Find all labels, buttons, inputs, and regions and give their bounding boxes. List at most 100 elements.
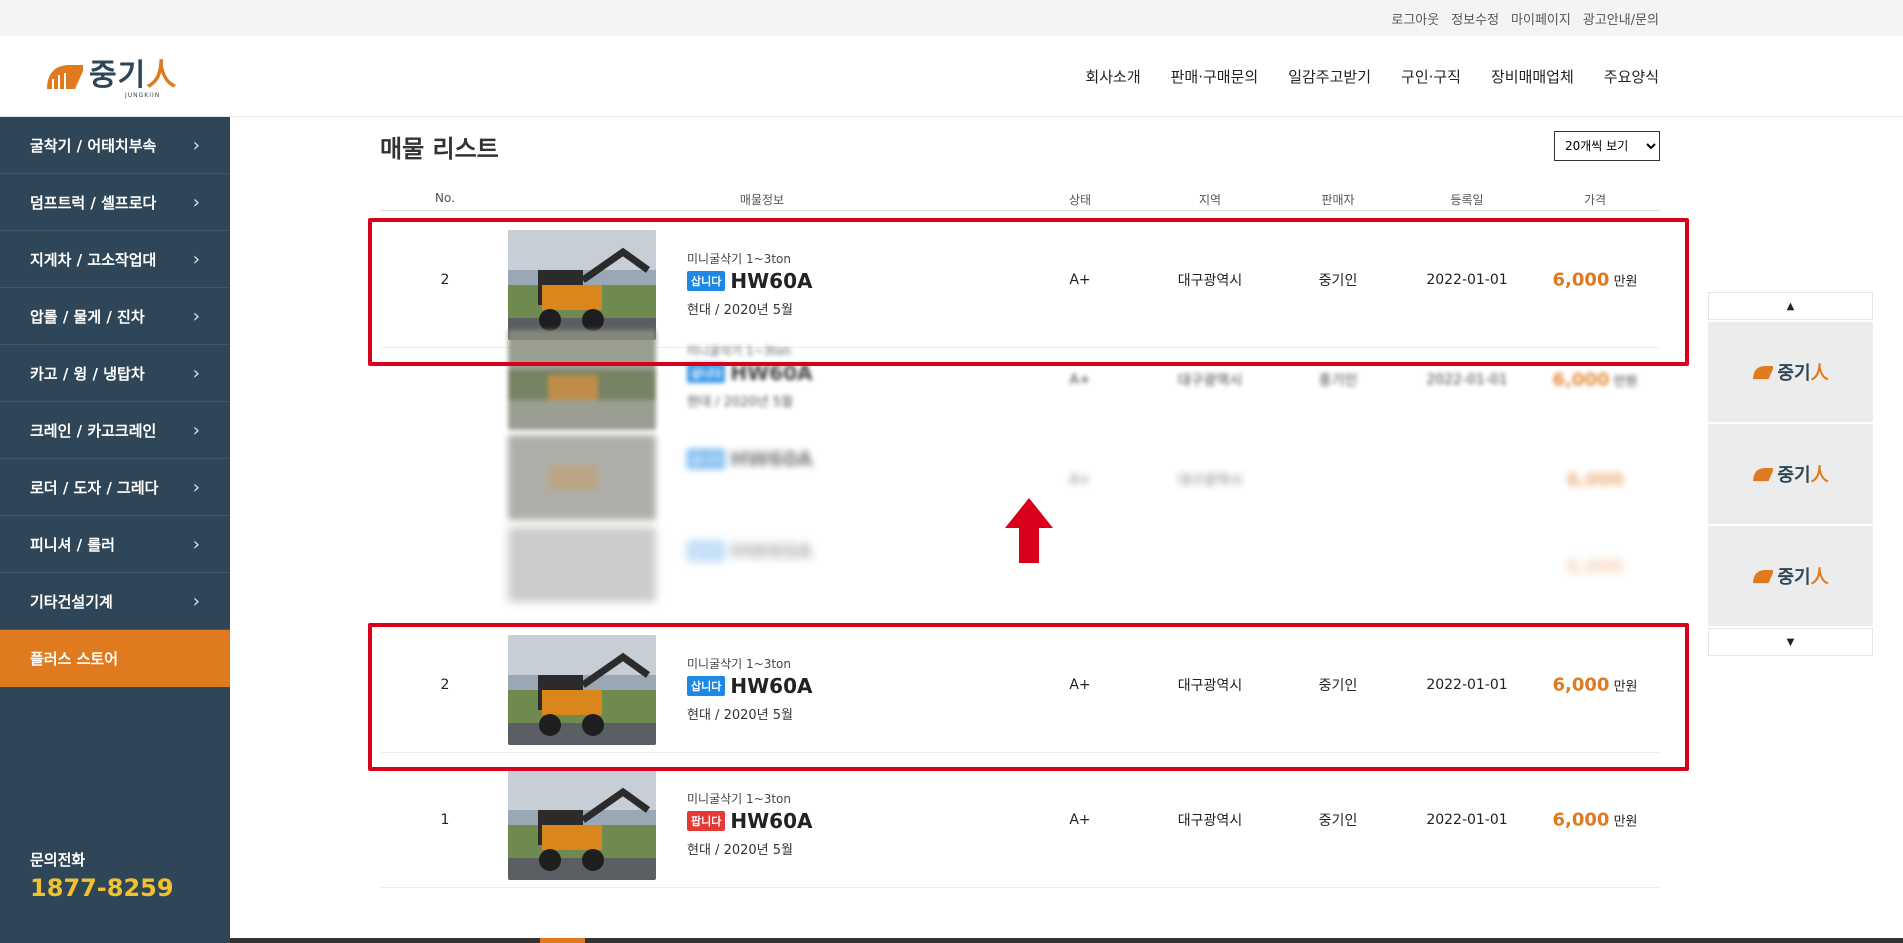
- main-navigation: 회사소개 판매·구매문의 일감주고받기 구인·구직 장비매매업체 주요양식: [1085, 36, 1659, 117]
- row-no: 2: [440, 271, 450, 288]
- edit-profile-link[interactable]: 정보수정: [1451, 9, 1499, 28]
- row-status: A+: [1069, 811, 1091, 828]
- sidebar-item-finisher[interactable]: 피니셔 / 롤러 ›: [0, 516, 230, 573]
- category-sidebar: 굴착기 / 어태치부속 › 덤프트럭 / 셀프로다 › 지게차 / 고소작업대 › 압…: [0, 117, 230, 943]
- chevron-right-icon: ›: [192, 305, 200, 327]
- chevron-right-icon: ›: [192, 476, 200, 498]
- sidebar-item-forklift[interactable]: 지게차 / 고소작업대 ›: [0, 231, 230, 288]
- site-logo[interactable]: 중기人 JUNGKIIN: [45, 56, 185, 99]
- equipment-photo[interactable]: [508, 635, 656, 745]
- nav-dealers[interactable]: 장비매매업체: [1491, 66, 1574, 87]
- equipment-photo[interactable]: [508, 230, 656, 340]
- nav-work-exchange[interactable]: 일감주고받기: [1288, 66, 1371, 87]
- page-bottom-bar: [230, 938, 1903, 943]
- table-row[interactable]: 2 미니굴삭기 1~3ton 삽니다 HW60A 현대 / 2020년 5월 A…: [380, 212, 1660, 348]
- row-seller: 중기인: [1318, 272, 1358, 289]
- sidebar-item-cargo[interactable]: 카고 / 윙 / 냉탑차 ›: [0, 345, 230, 402]
- scroll-down-button[interactable]: ▼: [1708, 628, 1873, 656]
- chevron-right-icon: ›: [192, 590, 200, 612]
- nav-company[interactable]: 회사소개: [1085, 66, 1140, 87]
- logout-link[interactable]: 로그아웃: [1391, 9, 1439, 28]
- chevron-right-icon: ›: [192, 419, 200, 441]
- row-region: 대구광역시: [1177, 272, 1243, 289]
- sidebar-item-excavator[interactable]: 굴착기 / 어태치부속 ›: [0, 117, 230, 174]
- phone-number[interactable]: 1877-8259: [30, 874, 174, 902]
- sidebar-item-etc[interactable]: 기타건설기계 ›: [0, 573, 230, 630]
- sell-badge: 팝니다: [687, 811, 726, 831]
- row-seller: 중기인: [1318, 812, 1358, 829]
- ad-slot[interactable]: 중기人: [1708, 322, 1873, 422]
- logo-subtext: JUNGKIIN: [125, 92, 161, 99]
- buy-badge: 삽니다: [687, 676, 726, 696]
- row-no: 1: [440, 811, 450, 828]
- chevron-right-icon: ›: [192, 248, 200, 270]
- utility-bar: 로그아웃 정보수정 마이페이지 광고안내/문의: [0, 0, 1903, 36]
- chevron-right-icon: ›: [192, 362, 200, 384]
- col-info: 매물정보: [739, 193, 785, 207]
- scroll-up-button[interactable]: ▲: [1708, 292, 1873, 320]
- row-status: A+: [1069, 271, 1091, 288]
- equipment-info: 미니굴삭기 1~3ton 삽니다 HW60A 현대 / 2020년 5월: [687, 655, 812, 723]
- row-region: 대구광역시: [1177, 677, 1243, 694]
- table-row[interactable]: 2 미니굴삭기 1~3ton 삽니다 HW60A 현대 / 2020년 5월 A…: [380, 617, 1660, 753]
- col-status: 상태: [1068, 193, 1092, 207]
- logo-icon: 중기人: [1752, 563, 1829, 589]
- nav-trade-inquiry[interactable]: 판매·구매문의: [1171, 66, 1259, 87]
- sidebar-item-dump-truck[interactable]: 덤프트럭 / 셀프로다 ›: [0, 174, 230, 231]
- ad-inquiry-link[interactable]: 광고안내/문의: [1583, 9, 1659, 28]
- equipment-photo[interactable]: [508, 770, 656, 880]
- motion-blur-row: 미니굴삭기 1~3ton 삽니다 HW60A 현대 / 2020년 5월 A+ 대…: [380, 330, 1660, 430]
- ad-slot[interactable]: 중기人: [1708, 424, 1873, 524]
- chevron-right-icon: ›: [192, 191, 200, 213]
- buy-badge: 삽니다: [687, 271, 726, 291]
- mypage-link[interactable]: 마이페이지: [1511, 9, 1571, 28]
- col-price: 가격: [1583, 193, 1607, 207]
- equipment-model[interactable]: HW60A: [730, 809, 812, 833]
- table-row[interactable]: 1 미니굴삭기 1~3ton 팝니다 HW60A 현대 / 2020년 5월 A…: [380, 752, 1660, 888]
- equipment-category: 미니굴삭기 1~3ton: [687, 792, 791, 806]
- page-title: 매물 리스트: [380, 135, 499, 163]
- equipment-info: 미니굴삭기 1~3ton 팝니다 HW60A 현대 / 2020년 5월: [687, 790, 812, 858]
- logo-icon: 중기人: [1752, 359, 1829, 385]
- excavator-bucket-icon: [47, 65, 83, 89]
- table-header: No. 매물정보 상태 지역 판매자 등록일 가격: [380, 187, 1660, 211]
- nav-forms[interactable]: 주요양식: [1604, 66, 1659, 87]
- logo-wordmark: 중기人: [89, 58, 178, 93]
- row-price: 6,000 만원: [1552, 674, 1638, 695]
- equipment-maker-year: 현대 / 2020년 5월: [687, 843, 793, 858]
- phone-label: 문의전화: [30, 851, 86, 869]
- col-date: 등록일: [1450, 193, 1484, 207]
- row-date: 2022-01-01: [1426, 271, 1508, 288]
- row-region: 대구광역시: [1177, 812, 1243, 829]
- equipment-model[interactable]: HW60A: [730, 674, 812, 698]
- arrow-up-icon: [1005, 498, 1053, 563]
- main-content: 매물 리스트 20개씩 보기 No. 매물정보 상태 지역 판매자 등록일 가격…: [230, 117, 1903, 938]
- equipment-model[interactable]: HW60A: [730, 269, 812, 293]
- sidebar-item-hook-lift[interactable]: 압롤 / 물게 / 진차 ›: [0, 288, 230, 345]
- sidebar-item-loader[interactable]: 로더 / 도자 / 그레다 ›: [0, 459, 230, 516]
- row-price: 6,000 만원: [1552, 269, 1638, 290]
- nav-jobs[interactable]: 구인·구직: [1401, 66, 1461, 87]
- row-no: 2: [440, 676, 450, 693]
- row-seller: 중기인: [1318, 677, 1358, 694]
- utility-links: 로그아웃 정보수정 마이페이지 광고안내/문의: [1391, 0, 1659, 36]
- row-date: 2022-01-01: [1426, 811, 1508, 828]
- ad-slot[interactable]: 중기人: [1708, 526, 1873, 626]
- equipment-maker-year: 현대 / 2020년 5월: [687, 303, 793, 318]
- logo-icon: 중기人: [1752, 461, 1829, 487]
- col-region: 지역: [1198, 193, 1222, 207]
- contact-phone: 문의전화 1877-8259: [30, 849, 174, 902]
- chevron-right-icon: ›: [192, 533, 200, 555]
- col-seller: 판매자: [1321, 193, 1355, 207]
- chevron-right-icon: ›: [192, 134, 200, 156]
- equipment-info: 미니굴삭기 1~3ton 삽니다 HW60A 현대 / 2020년 5월: [687, 250, 812, 318]
- row-status: A+: [1069, 676, 1091, 693]
- ad-scroller: ▲ 중기人 중기人 중기人 ▼: [1708, 292, 1873, 656]
- page-size-select[interactable]: 20개씩 보기: [1554, 131, 1660, 161]
- sidebar-item-crane[interactable]: 크레인 / 카고크레인 ›: [0, 402, 230, 459]
- sidebar-item-plus-store[interactable]: 플러스 스토어: [0, 630, 230, 687]
- equipment-category: 미니굴삭기 1~3ton: [687, 657, 791, 671]
- equipment-maker-year: 현대 / 2020년 5월: [687, 708, 793, 723]
- row-price: 6,000 만원: [1552, 809, 1638, 830]
- site-header: 중기人 JUNGKIIN 회사소개 판매·구매문의 일감주고받기 구인·구직 장…: [0, 36, 1903, 117]
